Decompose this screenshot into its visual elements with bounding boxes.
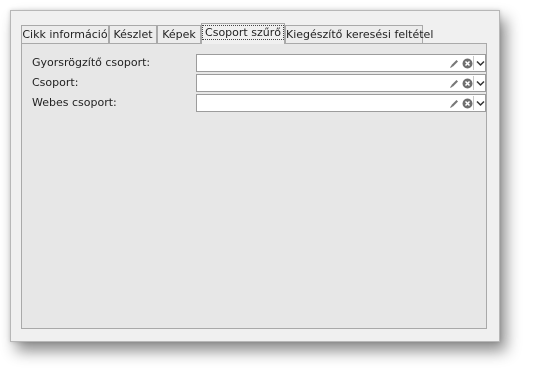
lookup-field: [196, 54, 486, 72]
lookup-field: [196, 74, 486, 92]
field-label: Csoport:: [32, 76, 79, 89]
csoport-input[interactable]: [197, 75, 453, 91]
pencil-icon[interactable]: [448, 56, 461, 70]
tab-label: Képek: [162, 28, 196, 41]
chevron-down-icon[interactable]: [473, 56, 487, 70]
tab-label: Cikk információ: [22, 28, 108, 41]
tab-panel: Gyorsrögzítő csoport: Csoport: Webes cso…: [21, 43, 487, 329]
webes-csoport-input[interactable]: [197, 95, 453, 111]
chevron-down-icon[interactable]: [473, 76, 487, 90]
field-label: Gyorsrögzítő csoport:: [32, 56, 151, 69]
lookup-field: [196, 94, 486, 112]
pencil-icon[interactable]: [448, 76, 461, 90]
field-label: Webes csoport:: [32, 96, 117, 109]
chevron-down-icon[interactable]: [473, 96, 487, 110]
tab-kepek[interactable]: Képek: [157, 25, 201, 43]
tab-keszlet[interactable]: Készlet: [109, 25, 157, 43]
tab-label: Kiegészítő keresési feltétel: [286, 28, 434, 41]
tab-kiegeszito-keresesi-feltetel[interactable]: Kiegészítő keresési feltétel: [285, 25, 433, 43]
gyorsrogzito-csoport-input[interactable]: [197, 55, 453, 71]
tab-label: Készlet: [113, 28, 153, 41]
dialog-window: Cikk információ Készlet Képek Csoport sz…: [10, 10, 500, 342]
tab-cikk-informacio[interactable]: Cikk információ: [21, 25, 109, 43]
tab-label: Csoport szűrő: [202, 25, 284, 40]
pencil-icon[interactable]: [448, 96, 461, 110]
tab-csoport-szuro[interactable]: Csoport szűrő: [201, 23, 285, 44]
